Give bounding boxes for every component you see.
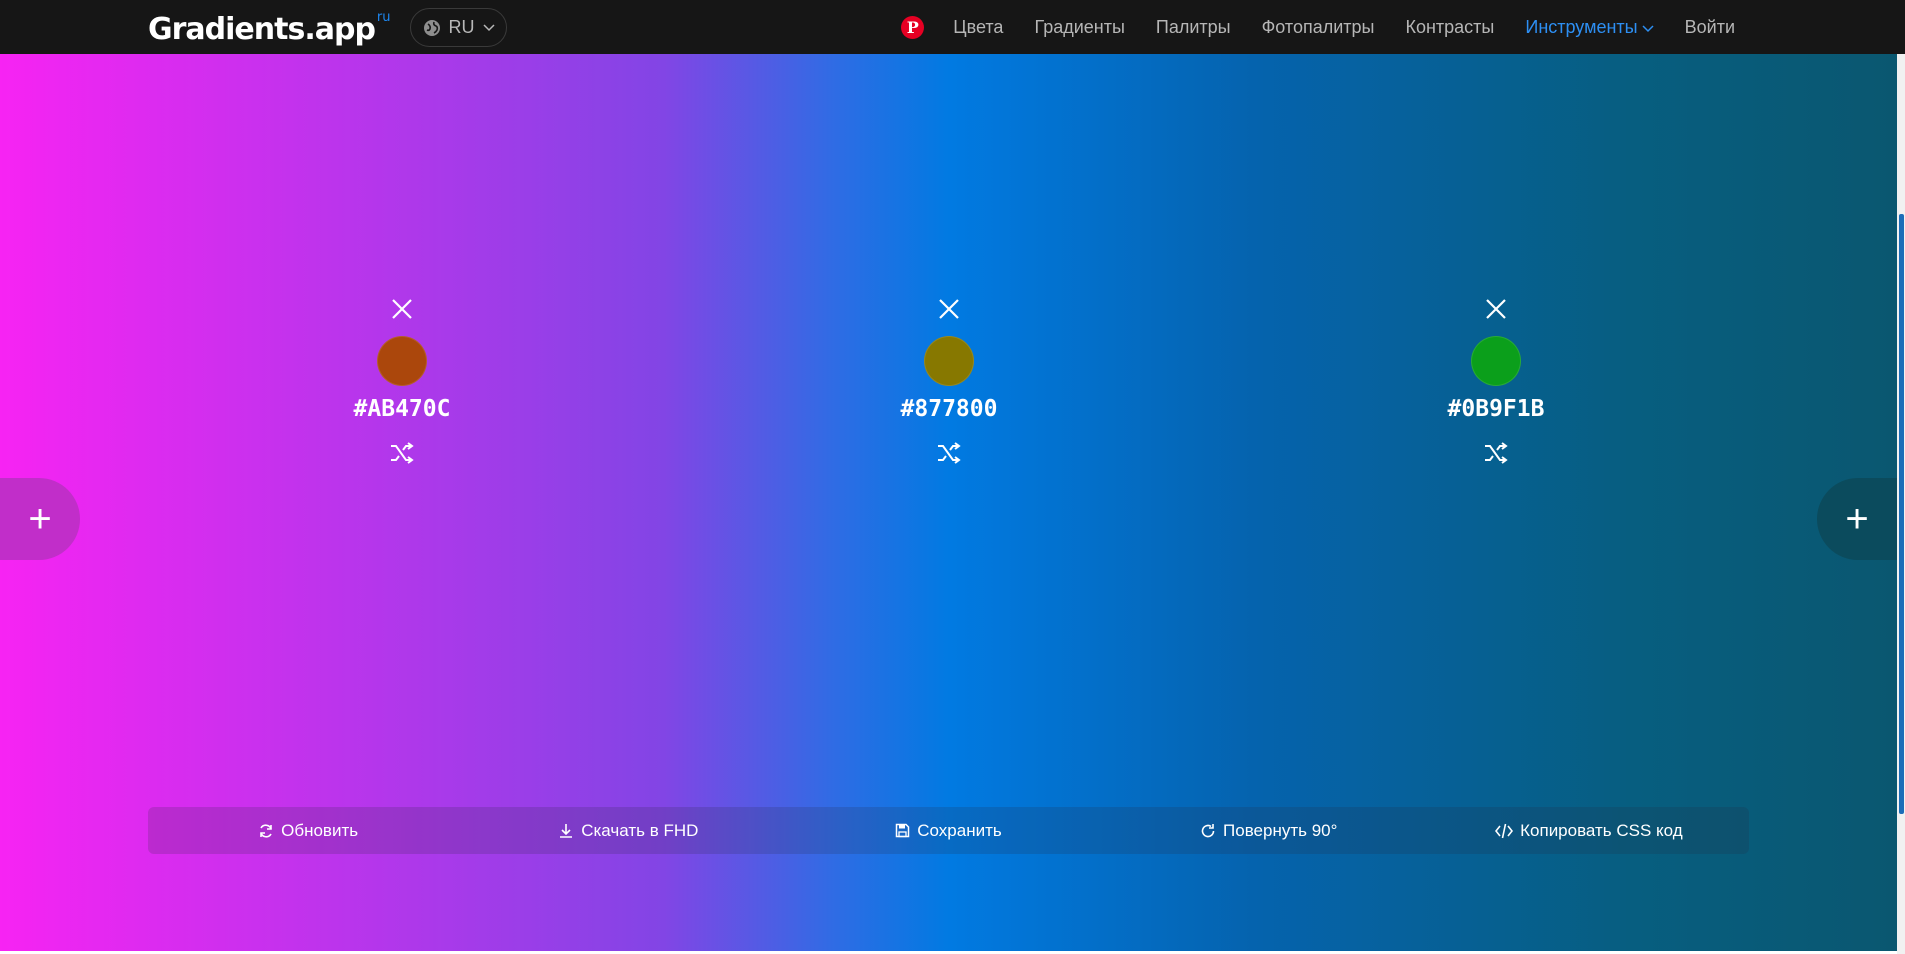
logo-region: ru <box>376 10 391 25</box>
plus-icon: + <box>1845 496 1869 541</box>
add-color-right-button[interactable]: + <box>1817 478 1897 560</box>
color-stop: #AB470C <box>322 294 482 468</box>
main-nav: P Цвета Градиенты Палитры Фотопалитры Ко… <box>901 0 1735 54</box>
color-swatch[interactable] <box>924 336 974 386</box>
code-icon <box>1495 823 1514 839</box>
chevron-down-icon <box>482 23 495 32</box>
nav-photo-palettes-label: Фотопалитры <box>1261 16 1375 37</box>
save-label: Сохранить <box>917 820 1002 840</box>
nav-colors[interactable]: Цвета <box>953 17 1003 38</box>
language-label: RU <box>448 17 475 37</box>
close-icon[interactable] <box>1481 294 1511 324</box>
top-header: Gradients.app ru RU P Цвета Градиенты Пал… <box>0 0 1905 54</box>
shuffle-icon[interactable] <box>1481 438 1511 468</box>
language-selector[interactable]: RU <box>410 8 507 47</box>
nav-colors-label: Цвета <box>953 16 1004 37</box>
nav-gradients-label: Градиенты <box>1034 16 1125 37</box>
nav-login[interactable]: Войти <box>1685 17 1735 38</box>
color-hex[interactable]: #AB470C <box>354 396 451 422</box>
close-icon[interactable] <box>387 294 417 324</box>
color-stop: #0B9F1B <box>1416 294 1576 468</box>
refresh-label: Обновить <box>281 820 359 840</box>
shuffle-icon[interactable] <box>387 438 417 468</box>
rotate-button[interactable]: Повернуть 90° <box>1109 821 1429 841</box>
rotate-icon <box>1200 823 1216 839</box>
nav-contrasts[interactable]: Контрасты <box>1405 17 1494 38</box>
plus-icon: + <box>28 496 52 541</box>
nav-tools[interactable]: Инструменты <box>1525 16 1654 38</box>
shuffle-icon[interactable] <box>934 438 964 468</box>
nav-photo-palettes[interactable]: Фотопалитры <box>1262 17 1375 38</box>
nav-login-label: Войти <box>1684 16 1735 37</box>
save-button[interactable]: Сохранить <box>788 821 1108 841</box>
add-color-left-button[interactable]: + <box>0 478 80 560</box>
copy-css-button[interactable]: Копировать CSS код <box>1429 821 1749 841</box>
copy-css-label: Копировать CSS код <box>1520 820 1683 840</box>
chevron-down-icon <box>1642 17 1654 38</box>
site-logo[interactable]: Gradients.app ru <box>148 10 391 47</box>
rotate-label: Повернуть 90° <box>1223 820 1338 840</box>
color-swatch[interactable] <box>1471 336 1521 386</box>
color-hex[interactable]: #0B9F1B <box>1448 396 1545 422</box>
color-swatch[interactable] <box>377 336 427 386</box>
refresh-icon <box>258 823 274 839</box>
refresh-button[interactable]: Обновить <box>148 821 468 841</box>
download-icon <box>558 823 574 839</box>
color-hex[interactable]: #877800 <box>901 396 998 422</box>
nav-palettes[interactable]: Палитры <box>1156 17 1231 38</box>
nav-palettes-label: Палитры <box>1155 16 1231 37</box>
color-stop: #877800 <box>869 294 1029 468</box>
download-fhd-button[interactable]: Скачать в FHD <box>468 821 788 841</box>
close-icon[interactable] <box>934 294 964 324</box>
floppy-disk-icon <box>895 823 910 838</box>
nav-tools-label: Инструменты <box>1525 16 1638 37</box>
nav-gradients[interactable]: Градиенты <box>1034 17 1124 38</box>
pinterest-icon[interactable]: P <box>901 15 925 39</box>
logo-text: Gradients.app <box>148 12 376 47</box>
action-toolbar: Обновить Скачать в FHD Сохранить Поверну… <box>148 807 1749 854</box>
nav-contrasts-label: Контрасты <box>1405 16 1495 37</box>
scrollbar-thumb[interactable] <box>1899 214 1904 814</box>
download-label: Скачать в FHD <box>581 820 699 840</box>
globe-icon <box>423 19 441 37</box>
